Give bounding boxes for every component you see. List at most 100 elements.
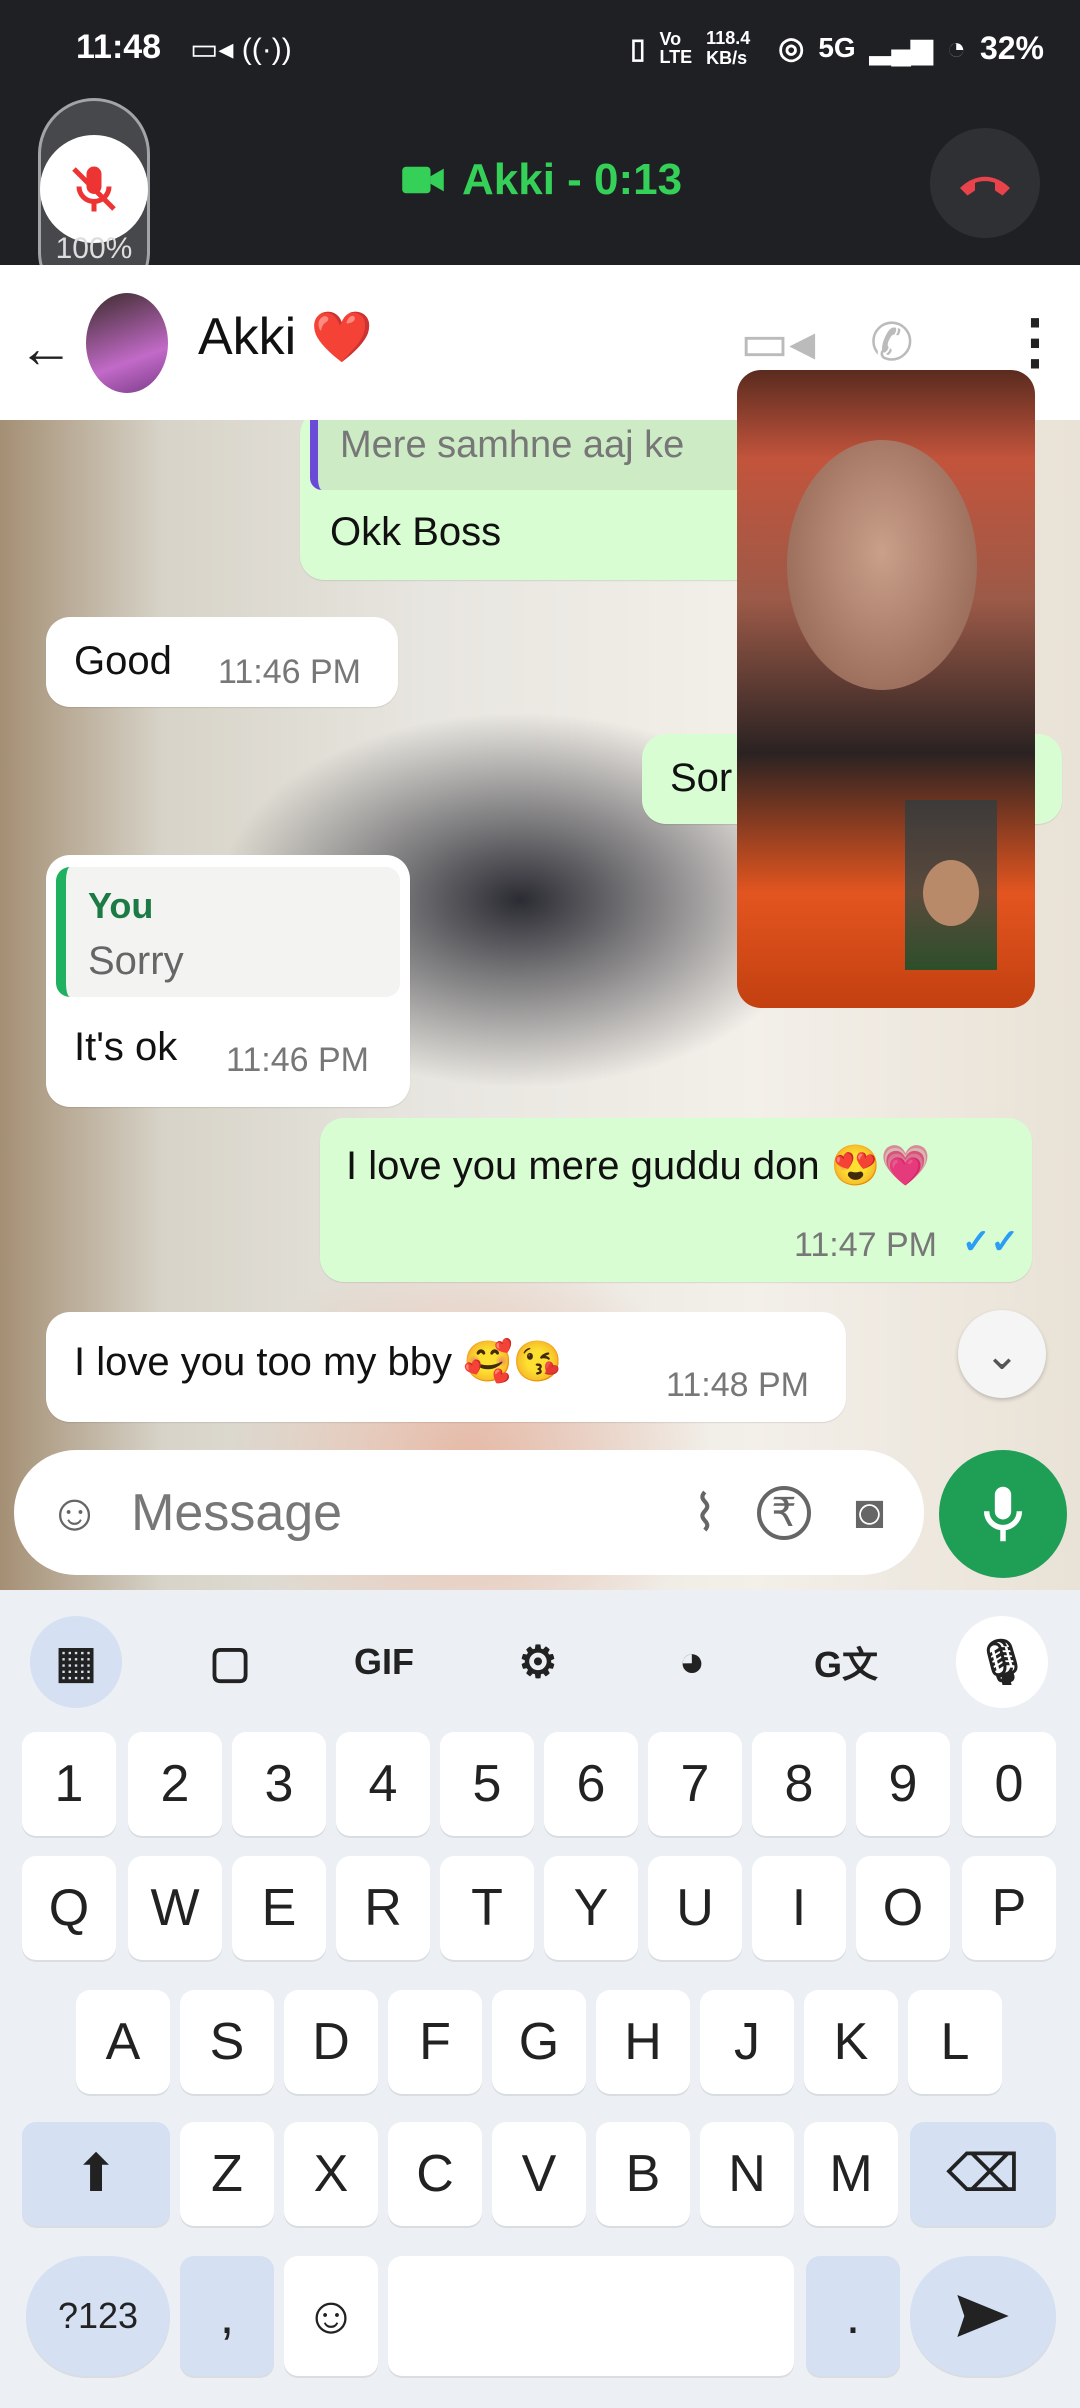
quoted-text: Sorry (88, 939, 184, 983)
key-9[interactable]: 9 (856, 1732, 950, 1836)
message-bubble-out[interactable]: Mere samhne aaj ke Okk Boss (300, 420, 770, 580)
key-w[interactable]: W (128, 1856, 222, 1960)
mute-mic-button[interactable] (40, 135, 148, 243)
self-video-thumbnail[interactable] (905, 800, 997, 970)
key-6[interactable]: 6 (544, 1732, 638, 1836)
mic-off-icon (72, 166, 116, 212)
sticker-keyboard-icon[interactable]: ▢ (184, 1616, 276, 1708)
space-key[interactable] (388, 2256, 794, 2376)
key-t[interactable]: T (440, 1856, 534, 1960)
contact-name-wrap[interactable]: Akki ❤️ (198, 307, 373, 367)
hotspot-icon: ◎ (778, 31, 805, 65)
key-0[interactable]: 0 (962, 1732, 1056, 1836)
key-y[interactable]: Y (544, 1856, 638, 1960)
key-d[interactable]: D (284, 1990, 378, 2094)
more-options-icon[interactable]: ⋮ (1005, 307, 1065, 377)
message-bubble-out[interactable]: I love you mere guddu don 😍💗 11:47 PM ✓✓ (320, 1118, 1032, 1282)
quoted-message[interactable]: You Sorry (56, 867, 400, 997)
key-o[interactable]: O (856, 1856, 950, 1960)
palette-icon[interactable]: ◕ (646, 1616, 738, 1708)
gif-button[interactable]: GIF (338, 1616, 430, 1708)
camera-icon[interactable]: ◙ (855, 1485, 884, 1540)
key-q[interactable]: Q (22, 1856, 116, 1960)
key-x[interactable]: X (284, 2122, 378, 2226)
remote-video-pip[interactable] (737, 370, 1035, 1008)
message-bubble-in[interactable]: I love you too my bby 🥰😘 11:48 PM (46, 1312, 846, 1422)
period-key[interactable]: . (806, 2256, 900, 2376)
attach-icon[interactable]: ⌇ (693, 1484, 717, 1542)
key-g[interactable]: G (492, 1990, 586, 2094)
message-bubble-in[interactable]: Good 11:46 PM (46, 617, 398, 707)
key-m[interactable]: M (804, 2122, 898, 2226)
video-record-icon: ▭◂ ((·)) (190, 33, 292, 66)
translate-icon[interactable]: G文 (800, 1616, 892, 1708)
key-s[interactable]: S (180, 1990, 274, 2094)
avatar[interactable] (86, 293, 168, 393)
shift-key[interactable]: ⬆ (22, 2122, 170, 2226)
key-e[interactable]: E (232, 1856, 326, 1960)
message-time: 11:46 PM (226, 1041, 370, 1079)
symbols-key[interactable]: ?123 (26, 2256, 170, 2376)
message-input-bar[interactable]: ☺ Message ⌇ ₹ ◙ (14, 1450, 924, 1575)
message-input[interactable]: Message (131, 1483, 692, 1543)
read-receipt-icon: ✓✓ (962, 1223, 1019, 1261)
key-k[interactable]: K (804, 1990, 898, 2094)
key-u[interactable]: U (648, 1856, 742, 1960)
emoji-key[interactable]: ☺ (284, 2256, 378, 2376)
voice-message-button[interactable] (939, 1450, 1067, 1578)
key-p[interactable]: P (962, 1856, 1056, 1960)
message-bubble-in[interactable]: You Sorry It's ok 11:46 PM (46, 855, 410, 1107)
video-call-icon[interactable]: ▭◂ (740, 313, 815, 373)
key-b[interactable]: B (596, 2122, 690, 2226)
heart-emoji: ❤️ (310, 309, 373, 365)
key-8[interactable]: 8 (752, 1732, 846, 1836)
apps-grid-icon[interactable]: ▦ (30, 1616, 122, 1708)
video-camera-icon (402, 166, 444, 194)
message-time: 11:46 PM (218, 653, 362, 691)
key-r[interactable]: R (336, 1856, 430, 1960)
key-1[interactable]: 1 (22, 1732, 116, 1836)
key-j[interactable]: J (700, 1990, 794, 2094)
voice-input-icon[interactable]: 🎙 (956, 1616, 1048, 1708)
shift-icon: ⬆ (74, 2145, 118, 2203)
key-3[interactable]: 3 (232, 1732, 326, 1836)
key-a[interactable]: A (76, 1990, 170, 2094)
sticker-icon[interactable]: ☺ (48, 1483, 101, 1543)
message-text: I love you too my bby 🥰😘 (74, 1340, 563, 1384)
key-5[interactable]: 5 (440, 1732, 534, 1836)
call-name-timer: Akki - 0:13 (462, 155, 683, 204)
call-top-bar: 11:48 ▭◂ ((·)) ▯ Vo LTE 118.4 KB/s ◎ 5G ▂… (0, 0, 1080, 308)
back-arrow-icon[interactable]: ← (18, 315, 74, 380)
zoom-level: 100% (55, 232, 133, 265)
status-right: ▯ Vo LTE 118.4 KB/s ◎ 5G ▂▄▆ ◔ 32% (630, 28, 1044, 68)
end-call-button[interactable] (930, 128, 1040, 238)
rupee-payment-icon[interactable]: ₹ (757, 1485, 811, 1540)
scroll-to-bottom-button[interactable]: ⌄ (958, 1310, 1046, 1398)
key-c[interactable]: C (388, 2122, 482, 2226)
key-f[interactable]: F (388, 1990, 482, 2094)
key-n[interactable]: N (700, 2122, 794, 2226)
keyboard: ▦ ▢ GIF ⚙ ◕ G文 🎙 1 2 3 4 5 6 7 8 9 0 Q W… (0, 1590, 1080, 2408)
key-v[interactable]: V (492, 2122, 586, 2226)
key-2[interactable]: 2 (128, 1732, 222, 1836)
message-text: I love you mere guddu don 😍💗 (346, 1144, 931, 1188)
send-key[interactable] (910, 2256, 1056, 2376)
message-text: Sor (670, 756, 733, 800)
quoted-message[interactable]: Mere samhne aaj ke (310, 420, 770, 490)
quoted-text: Mere samhne aaj ke (340, 424, 685, 466)
key-i[interactable]: I (752, 1856, 846, 1960)
key-7[interactable]: 7 (648, 1732, 742, 1836)
key-l[interactable]: L (908, 1990, 1002, 2094)
send-icon (957, 2295, 1009, 2337)
net-speed: 118.4 KB/s (706, 28, 751, 68)
key-4[interactable]: 4 (336, 1732, 430, 1836)
voice-call-icon[interactable]: ✆ (870, 313, 914, 373)
battery-percent: 32% (979, 29, 1044, 66)
comma-key[interactable]: , (180, 2256, 274, 2376)
message-text: Good (74, 639, 172, 683)
mic-icon (983, 1486, 1023, 1542)
key-h[interactable]: H (596, 1990, 690, 2094)
backspace-key[interactable]: ⌫ (910, 2122, 1056, 2226)
settings-icon[interactable]: ⚙ (492, 1616, 584, 1708)
key-z[interactable]: Z (180, 2122, 274, 2226)
